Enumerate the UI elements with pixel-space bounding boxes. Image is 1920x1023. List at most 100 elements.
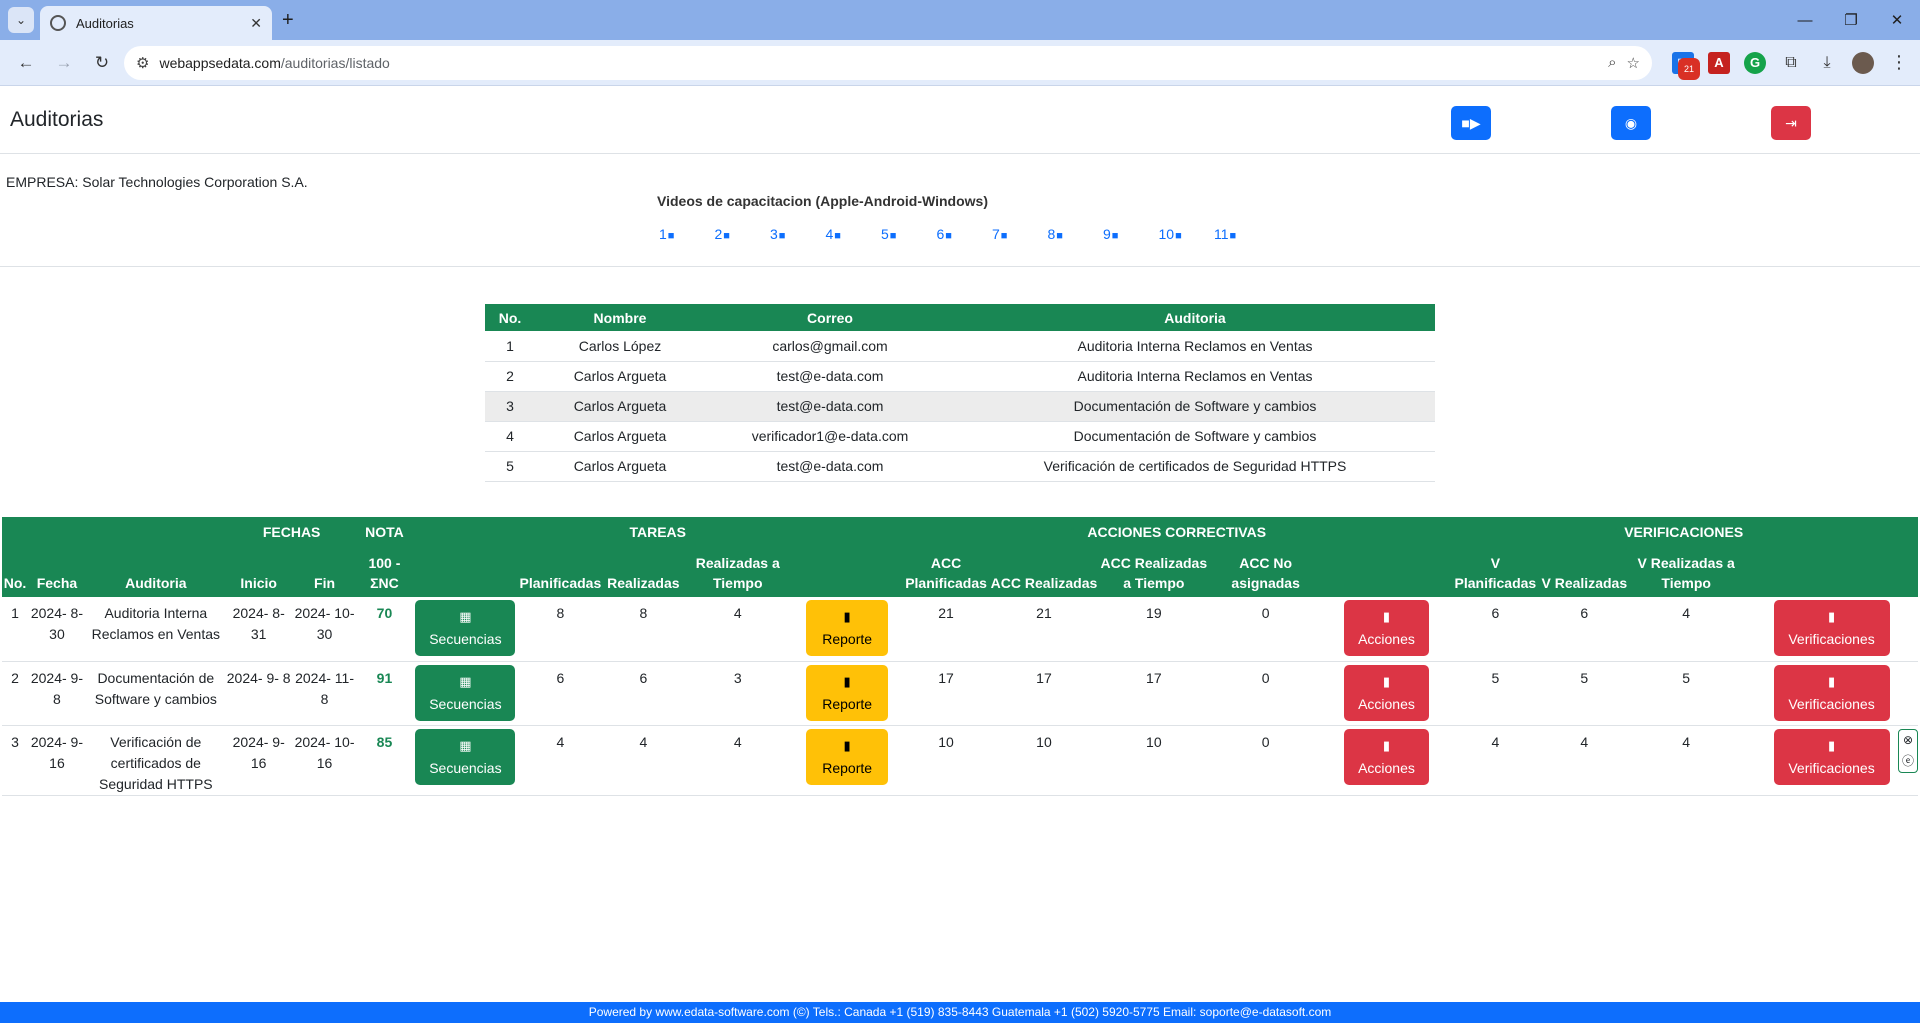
button-cell: ▮ Reporte	[790, 725, 905, 796]
table-cell: 10	[988, 725, 1100, 796]
verificaciones-button[interactable]: ▮ Verificaciones	[1773, 664, 1890, 721]
table-cell: Carlos Argueta	[535, 391, 705, 422]
reload-icon[interactable]: ↻	[86, 47, 118, 79]
acciones-button[interactable]: ▮ Acciones	[1343, 600, 1429, 656]
table-row: 1 2024- 8- 30 Auditoria Interna Reclamos e…	[2, 597, 1918, 662]
file-icon: ▮	[843, 737, 851, 753]
video-link-6[interactable]: 6■	[937, 226, 993, 242]
edata-widget-icon[interactable]: ⓔ	[1902, 752, 1914, 769]
video-link-1[interactable]: 1■	[659, 226, 715, 242]
col-inicio: Inicio	[225, 547, 292, 597]
secuencias-button[interactable]: ▦ Secuencias	[415, 664, 516, 721]
browser-tab[interactable]: Auditorias ✕	[40, 6, 272, 40]
nota-cell: 85	[357, 725, 412, 796]
grammarly-extension-icon[interactable]: G	[1744, 51, 1766, 74]
close-widget-icon[interactable]: ⊗	[1903, 733, 1913, 747]
col-v-planificadas: V Planificadas	[1449, 547, 1542, 597]
verificaciones-button[interactable]: ▮ Verificaciones	[1773, 728, 1890, 785]
page-title: Auditorias	[10, 108, 104, 131]
download-icon[interactable]: ⤓	[1816, 52, 1838, 74]
site-info-icon[interactable]: ⚙	[136, 54, 149, 72]
video-camera-icon: ■▶	[1461, 114, 1481, 131]
col-v-realizadas: V Realizadas	[1541, 547, 1628, 597]
video-link-4[interactable]: 4■	[826, 226, 882, 242]
video-camera-icon: ■	[1175, 230, 1182, 242]
reporte-button[interactable]: ▮ Reporte	[806, 664, 889, 721]
verificaciones-button-label: Verificaciones	[1788, 695, 1875, 712]
verificaciones-button-label: Verificaciones	[1788, 631, 1875, 647]
secuencias-button[interactable]: ▦ Secuencias	[415, 600, 516, 656]
table-cell: 4	[1627, 725, 1746, 796]
close-window-icon[interactable]: ✕	[1874, 0, 1920, 40]
acciones-button[interactable]: ▮ Acciones	[1343, 664, 1429, 721]
support-button[interactable]: ◉	[1611, 106, 1651, 140]
button-cell: ▦ Secuencias	[411, 725, 520, 796]
minimize-icon[interactable]: —	[1782, 0, 1828, 40]
auditor-row: 5 Carlos Argueta test@e-data.com Verificaci…	[485, 451, 1435, 482]
table-row: 3 2024- 9- 16 Verificación de certificados…	[2, 725, 1918, 796]
acciones-button-label: Acciones	[1358, 695, 1415, 712]
table-cell: 5	[485, 451, 535, 482]
back-icon[interactable]: ←	[10, 47, 42, 79]
secuencias-button[interactable]: ▦ Secuencias	[415, 728, 516, 785]
calendar-extension-icon[interactable]: ▦21	[1672, 51, 1700, 80]
browser-tabbar: ⌄ Auditorias ✕ + — ❐ ✕	[0, 0, 1920, 40]
headset-icon: ◉	[1624, 114, 1638, 131]
col-acc-no-asignadas: ACC No asignadas	[1207, 547, 1324, 597]
video-link-8[interactable]: 8■	[1048, 226, 1104, 242]
table-cell: 4	[485, 421, 535, 452]
reporte-button-label: Reporte	[822, 695, 873, 712]
table-cell: 2024- 10- 30	[291, 597, 358, 662]
button-cell: ▮ Reporte	[790, 597, 905, 662]
file-icon: ▮	[1382, 609, 1391, 624]
zoom-icon[interactable]: ⌕	[1608, 54, 1616, 71]
table-cell: 4	[685, 597, 791, 662]
video-button[interactable]: ■▶	[1451, 106, 1491, 140]
pdf-extension-icon[interactable]: A	[1708, 51, 1730, 74]
video-camera-icon: ■	[889, 230, 897, 242]
tab-search-button[interactable]: ⌄	[8, 7, 34, 33]
table-cell: 8	[519, 597, 602, 662]
group-acciones: ACCIONES CORRECTIVAS	[904, 517, 1450, 547]
video-link-5[interactable]: 5■	[881, 226, 937, 242]
sign-out-icon: ⇥	[1785, 114, 1797, 131]
table-cell: Verificación de certificados de Segurida…	[955, 451, 1435, 482]
acciones-button[interactable]: ▮ Acciones	[1343, 728, 1429, 785]
col-acc-realizadas: ACC Realizadas	[988, 547, 1100, 597]
restore-icon[interactable]: ❐	[1828, 0, 1874, 40]
video-camera-icon: ■	[723, 230, 730, 242]
profile-avatar[interactable]	[1852, 51, 1874, 74]
col-auditoria: Auditoria	[85, 547, 226, 597]
forward-icon[interactable]: →	[48, 47, 80, 79]
video-link-9[interactable]: 9■	[1103, 226, 1159, 242]
video-link-7[interactable]: 7■	[992, 226, 1048, 242]
col-header: Auditoria	[955, 304, 1435, 331]
table-cell: 5	[1449, 661, 1542, 726]
url-text[interactable]: webappsedata.com/auditorias/listado	[159, 55, 1598, 71]
video-link-10[interactable]: 10■	[1159, 226, 1215, 242]
reporte-button[interactable]: ▮ Reporte	[806, 728, 889, 785]
table-cell: 2024- 9- 8	[225, 661, 292, 726]
new-tab-button[interactable]: +	[282, 9, 294, 32]
col-reporte	[790, 547, 905, 597]
auditor-row: 1 Carlos López carlos@gmail.com Auditoria I…	[485, 331, 1435, 362]
table-cell: Carlos Argueta	[535, 421, 705, 452]
audits-table: FECHAS NOTA TAREAS ACCIONES CORRECTIVAS …	[2, 517, 1918, 796]
button-cell: ▮ Acciones	[1323, 661, 1450, 726]
table-cell: 10	[1099, 725, 1208, 796]
video-link-11[interactable]: 11■	[1214, 226, 1270, 242]
video-link-2[interactable]: 2■	[715, 226, 771, 242]
url-bar[interactable]: ⚙ webappsedata.com/auditorias/listado ⌕ …	[124, 45, 1652, 80]
bookmark-star-icon[interactable]: ☆	[1627, 54, 1640, 72]
video-camera-icon: ■	[1000, 230, 1008, 242]
more-menu-icon[interactable]: ⋮	[1888, 52, 1910, 74]
video-link-3[interactable]: 3■	[770, 226, 826, 242]
reporte-button[interactable]: ▮ Reporte	[806, 600, 889, 656]
col-realizadas-tiempo: Realizadas a Tiempo	[685, 547, 791, 597]
verificaciones-button[interactable]: ▮ Verificaciones	[1773, 600, 1890, 656]
puzzle-extensions-icon[interactable]: ⧉	[1780, 52, 1802, 74]
verificaciones-button-label: Verificaciones	[1788, 759, 1875, 776]
videos-title: Videos de capacitacion (Apple-Android-Wi…	[657, 193, 988, 209]
close-tab-icon[interactable]: ✕	[250, 15, 262, 32]
logout-button[interactable]: ⇥	[1771, 106, 1811, 140]
